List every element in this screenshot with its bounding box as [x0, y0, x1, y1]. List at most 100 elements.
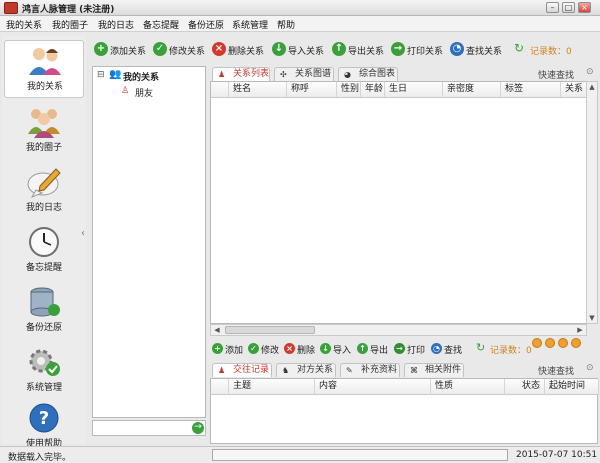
tab-summary-chart[interactable]: ◕ 综合图表 — [338, 67, 398, 81]
scroll-right-icon[interactable]: ▶ — [575, 325, 585, 335]
menu-journal[interactable]: 我的日志 — [98, 18, 134, 31]
quick-find-icon[interactable]: ⊙ — [586, 363, 594, 373]
detail-tabs: ♟ 交往记录 ♞ 对方关系 ✎ 补充资料 ⌘ 相关附件 快速查找 ⊙ — [212, 363, 598, 377]
delete-button[interactable]: × 删除 — [284, 343, 318, 356]
column-header[interactable]: 生日 — [385, 82, 443, 98]
arrow-down-icon: ↓ — [320, 343, 331, 354]
nav-last-icon[interactable] — [571, 338, 581, 348]
sidebar-item-label: 备份还原 — [25, 323, 62, 333]
horizontal-scrollbar[interactable]: ◀ ▶ — [210, 324, 587, 336]
find-button[interactable]: ◔ 查找 — [431, 343, 465, 356]
gear-icon — [29, 349, 60, 376]
nav-first-icon[interactable] — [532, 338, 542, 348]
menu-reminders[interactable]: 备忘提醒 — [143, 18, 179, 31]
tree-search-input[interactable]: → — [92, 420, 206, 436]
add-button[interactable]: + 添加 — [212, 343, 246, 356]
delete-relation-button[interactable]: × 删除关系 — [212, 41, 268, 57]
delete-x-icon: × — [212, 42, 226, 56]
export-relation-button[interactable]: ↑ 导出关系 — [332, 41, 388, 57]
menu-relations[interactable]: 我的关系 — [6, 18, 42, 31]
sidebar-item-relations[interactable]: 我的关系 — [4, 40, 84, 98]
record-count: 记录数：0 — [530, 47, 572, 57]
print-relation-button[interactable]: → 打印关系 — [391, 41, 447, 57]
vertical-scrollbar[interactable]: ▲ ▼ — [586, 81, 598, 324]
tab-interaction-records[interactable]: ♟ 交往记录 — [212, 363, 272, 377]
collapse-sidebar-icon[interactable]: ‹ — [81, 228, 85, 239]
column-header[interactable]: 亲密度 — [443, 82, 501, 98]
tree-node-friends[interactable]: 朋友 — [135, 86, 153, 99]
column-header[interactable]: 姓名 — [229, 82, 287, 98]
tab-attachments[interactable]: ⌘ 相关附件 — [404, 363, 464, 377]
relation-grid: 姓名 称呼 性别 年龄 生日 亲密度 标签 关系 — [210, 81, 587, 324]
check-icon: ✓ — [153, 42, 167, 56]
nav-next-icon[interactable] — [558, 338, 568, 348]
sidebar-item-system[interactable]: 系统管理 — [4, 342, 84, 400]
column-header[interactable]: 性别 — [337, 82, 361, 98]
sidebar-item-label: 我的圈子 — [25, 143, 62, 153]
tab-relation-graph[interactable]: ✣ 关系图谱 — [274, 67, 334, 81]
title-bar: 鸿言人脉管理 (未注册) – □ × — [0, 0, 600, 16]
clock-icon — [29, 227, 59, 257]
column-header[interactable]: 标签 — [501, 82, 561, 98]
minimize-button[interactable]: – — [546, 2, 559, 13]
edit-relation-button[interactable]: ✓ 修改关系 — [153, 41, 209, 57]
export-button[interactable]: ↑ 导出 — [357, 343, 391, 356]
people-icon: 👥 — [109, 69, 122, 80]
column-header[interactable]: 称呼 — [287, 82, 337, 98]
quick-find-label[interactable]: 快速查找 — [538, 68, 574, 81]
sidebar-item-journal[interactable]: 我的日志 — [4, 162, 84, 220]
person-icon: ♟ — [218, 366, 226, 375]
status-datetime: 2015-07-07 10:51 — [516, 450, 598, 460]
go-arrow-icon[interactable]: → — [192, 422, 204, 434]
close-button[interactable]: × — [578, 2, 591, 13]
column-header[interactable]: 关系 — [561, 82, 587, 98]
print-button[interactable]: → 打印 — [394, 343, 428, 356]
sidebar-item-reminders[interactable]: 备忘提醒 — [4, 222, 84, 280]
menu-help[interactable]: 帮助 — [277, 18, 295, 31]
arrow-right-icon: → — [394, 343, 405, 354]
pencil-bubble-icon — [27, 168, 61, 198]
import-button[interactable]: ↓ 导入 — [320, 343, 354, 356]
edit-button[interactable]: ✓ 修改 — [248, 343, 282, 356]
row-header-corner — [211, 82, 229, 98]
refresh-icon[interactable]: ↻ — [514, 41, 526, 57]
column-header[interactable]: 起始时间 — [545, 379, 599, 395]
sidebar-item-backup[interactable]: 备份还原 — [4, 282, 84, 340]
scroll-down-icon[interactable]: ▼ — [587, 313, 597, 323]
column-header[interactable]: 性质 — [431, 379, 505, 395]
interaction-grid: 主题 内容 性质 状态 起始时间 — [210, 378, 599, 444]
scroll-up-icon[interactable]: ▲ — [587, 82, 597, 92]
menu-system[interactable]: 系统管理 — [232, 18, 268, 31]
add-relation-button[interactable]: + 添加关系 — [94, 41, 150, 57]
menu-bar: 我的关系 我的圈子 我的日志 备忘提醒 备份还原 系统管理 帮助 — [0, 16, 600, 32]
import-relation-button[interactable]: ↓ 导入关系 — [272, 41, 328, 57]
maximize-button[interactable]: □ — [562, 2, 575, 13]
category-tree: ⊟ 👥 我的关系 ♙ 朋友 — [92, 66, 206, 418]
tree-root-node[interactable]: 我的关系 — [123, 70, 159, 83]
refresh-icon[interactable]: ↻ — [476, 341, 486, 354]
tab-supplementary-info[interactable]: ✎ 补充资料 — [340, 363, 400, 377]
help-icon: ? — [29, 403, 59, 433]
progress-bar — [212, 449, 508, 461]
tab-relation-list[interactable]: ♟ 关系列表 — [212, 67, 270, 81]
find-relation-button[interactable]: ◔ 查找关系 — [450, 41, 506, 57]
sidebar-item-circles[interactable]: 我的圈子 — [4, 102, 84, 160]
quick-find-label[interactable]: 快速查找 — [538, 364, 574, 377]
tab-their-relations[interactable]: ♞ 对方关系 — [276, 363, 336, 377]
search-icon: ◔ — [450, 42, 464, 56]
quick-find-icon[interactable]: ⊙ — [586, 67, 594, 77]
column-header[interactable]: 年龄 — [361, 82, 385, 98]
scroll-left-icon[interactable]: ◀ — [212, 325, 222, 335]
menu-backup[interactable]: 备份还原 — [188, 18, 224, 31]
nav-prev-icon[interactable] — [545, 338, 555, 348]
paperclip-icon: ⌘ — [410, 366, 418, 375]
tree-collapse-icon[interactable]: ⊟ — [97, 70, 105, 80]
person-icon: ♟ — [218, 70, 226, 79]
column-header[interactable]: 主题 — [229, 379, 315, 395]
arrow-up-icon: ↑ — [332, 42, 346, 56]
scroll-thumb[interactable] — [225, 326, 315, 334]
column-header[interactable]: 状态 — [505, 379, 545, 395]
column-header[interactable]: 内容 — [315, 379, 431, 395]
menu-circles[interactable]: 我的圈子 — [52, 18, 88, 31]
arrow-up-icon: ↑ — [357, 343, 368, 354]
